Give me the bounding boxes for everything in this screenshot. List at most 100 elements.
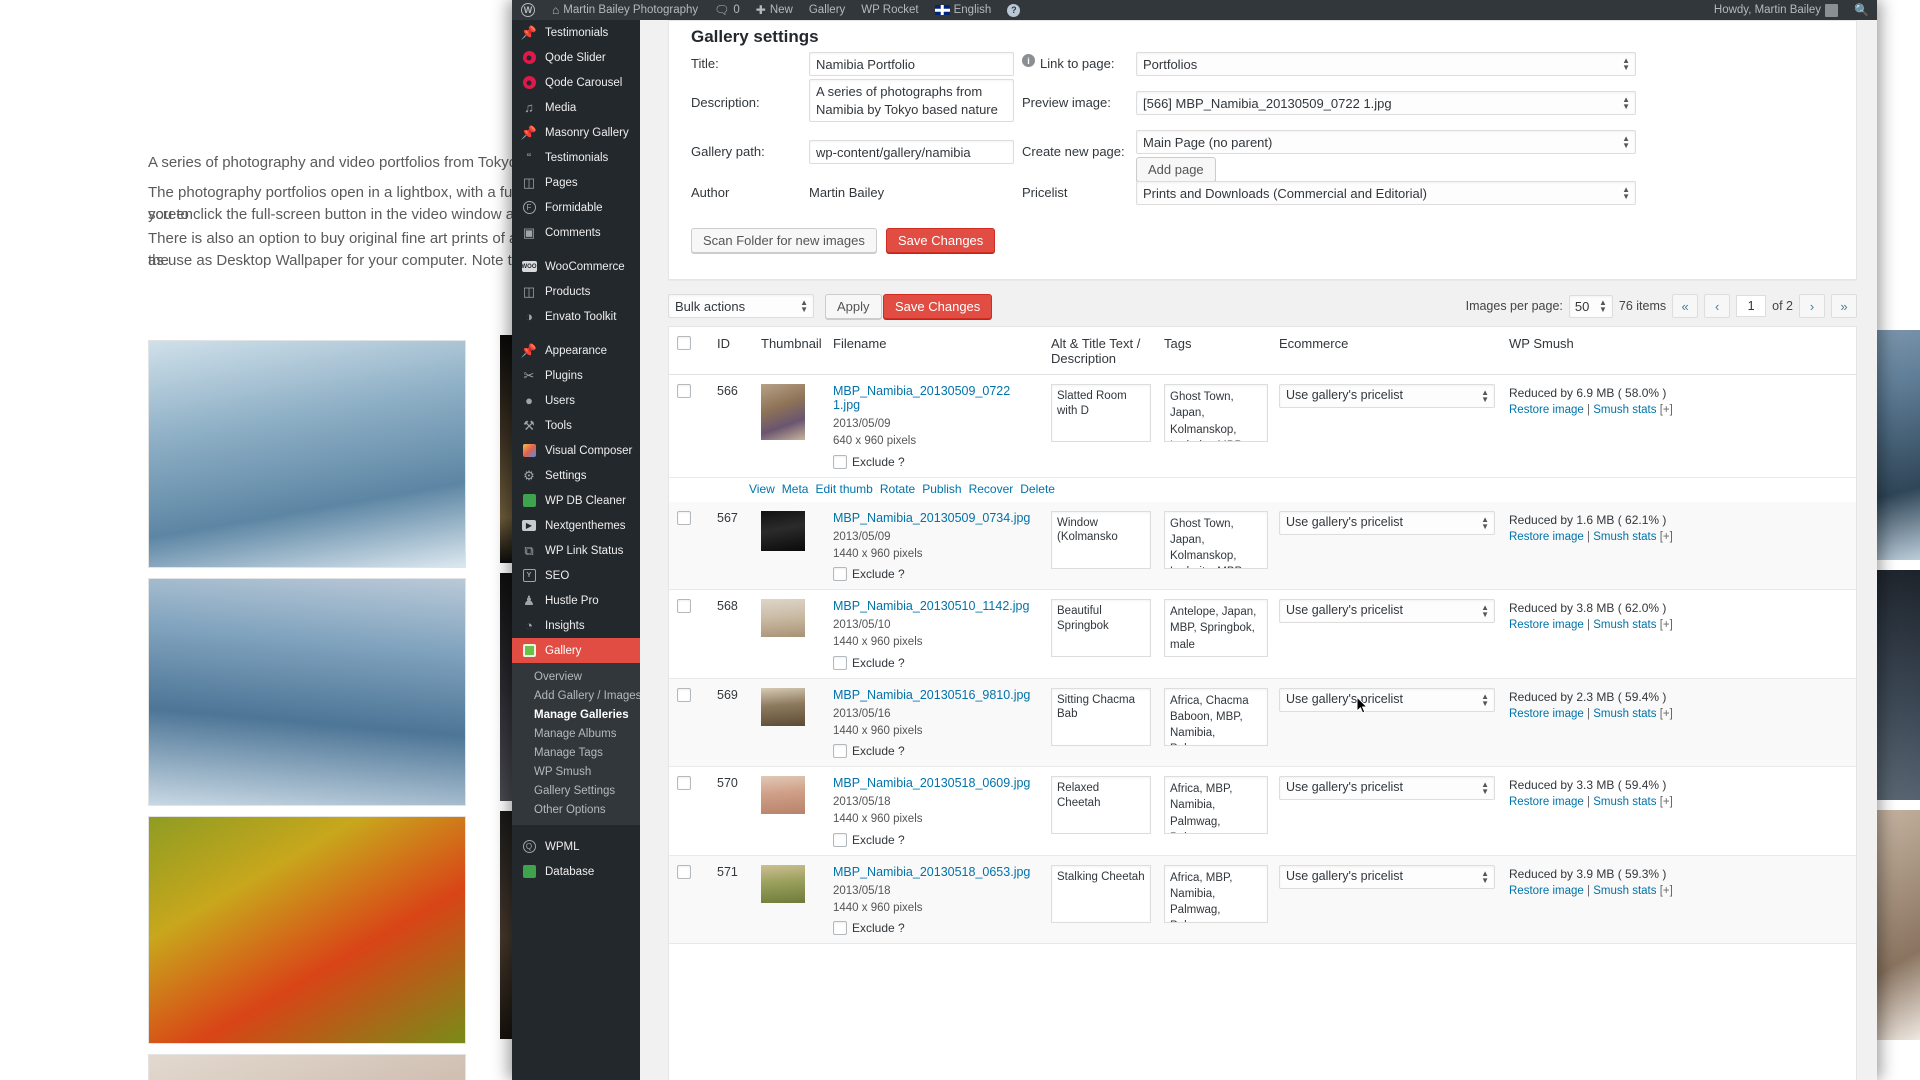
smush-stats-link[interactable]: Smush stats [1593,404,1656,416]
smush-stats-toggle[interactable]: [+] [1660,796,1673,808]
sidebar-item-wp-db-cleaner[interactable]: WP DB Cleaner [512,488,640,513]
row-thumbnail[interactable] [753,679,825,767]
row-checkbox[interactable] [669,590,709,678]
row-thumbnail[interactable] [753,856,825,944]
sidebar-item-testimonials[interactable]: 📌 Testimonials [512,20,640,45]
add-page-button[interactable]: Add page [1136,157,1216,182]
prev-page-button[interactable]: ‹ [1704,294,1731,318]
smush-stats-link[interactable]: Smush stats [1593,708,1656,720]
sidebar-item-visual-composer[interactable]: Visual Composer [512,438,640,463]
admin-bar-new[interactable]: ✚ New [748,0,801,20]
exclude-row[interactable]: Exclude ? [833,567,1035,581]
sidebar-item-plugins[interactable]: ✂ Plugins [512,363,640,388]
apply-button[interactable]: Apply [825,294,882,319]
exclude-row[interactable]: Exclude ? [833,921,1035,935]
tags-textarea[interactable]: Ghost Town, Japan, Kolmanskop, Luderitz,… [1164,510,1268,569]
row-thumbnail[interactable] [753,502,825,590]
ecommerce-pricelist-select[interactable]: Use gallery's pricelist ▲ ▼ [1279,510,1495,535]
tags-textarea[interactable]: Africa, MBP, Namibia, Palmwag, Palmwag C… [1164,864,1268,923]
ecommerce-pricelist-select[interactable]: Use gallery's pricelist ▲ ▼ [1279,864,1495,889]
admin-bar-site-name[interactable]: ⌂ Martin Bailey Photography [544,0,706,20]
admin-bar-comments[interactable]: 🗨 0 [706,0,748,20]
restore-image-link[interactable]: Restore image [1509,531,1584,543]
row-action-view[interactable]: View [749,482,775,496]
sidebar-item-gallery[interactable]: Gallery [512,638,640,663]
admin-sidebar-menu[interactable]: 📌 Testimonials Qode Slider Qode Carousel ♫ Me… [512,20,640,1080]
preview-image-select[interactable]: [566] MBP_Namibia_20130509_0722 1.jpg ▲ ▼ [1136,91,1636,115]
filename-link[interactable]: MBP_Namibia_20130509_0734.jpg [833,511,1035,525]
submenu-item-manage-albums[interactable]: Manage Albums [512,724,640,743]
sidebar-item-nextgenthemes[interactable]: ▶ Nextgenthemes [512,513,640,538]
next-page-button[interactable]: › [1799,294,1825,318]
alt-title-textarea[interactable]: Beautiful Springbok [1051,599,1151,657]
table-row[interactable]: 568 MBP_Namibia_20130510_1142.jpg 2013/05/… [669,590,1856,679]
tags-textarea[interactable]: Ghost Town, Japan, Kolmanskop, Luderitz,… [1164,384,1268,442]
sidebar-item-woocommerce[interactable]: WOO WooCommerce [512,254,640,279]
filename-link[interactable]: MBP_Namibia_20130518_0653.jpg [833,865,1035,879]
ecommerce-pricelist-select[interactable]: Use gallery's pricelist ▲ ▼ [1279,687,1495,712]
sidebar-item-wp-link-status[interactable]: ⧉ WP Link Status [512,538,640,563]
exclude-checkbox[interactable] [833,454,847,469]
restore-image-link[interactable]: Restore image [1509,708,1584,720]
tags-textarea[interactable]: Antelope, Japan, MBP, Springbok, male [1164,599,1268,657]
row-checkbox[interactable] [669,767,709,855]
first-page-button[interactable]: « [1672,294,1699,318]
scan-folder-button[interactable]: Scan Folder for new images [691,228,877,253]
row-thumbnail[interactable] [753,375,825,477]
exclude-checkbox[interactable] [833,567,847,581]
row-action-edit-thumb[interactable]: Edit thumb [815,482,872,496]
exclude-checkbox[interactable] [833,655,847,670]
smush-stats-link[interactable]: Smush stats [1593,796,1656,808]
sidebar-item-insights[interactable]: ◔ Insights [512,613,640,638]
smush-stats-toggle[interactable]: [+] [1660,619,1673,631]
admin-bar-search[interactable]: 🔍 [1846,0,1877,20]
sidebar-item-wpml[interactable]: Q WPML [512,834,640,859]
sidebar-item-database[interactable]: Database [512,859,640,884]
row-action-recover[interactable]: Recover [969,482,1014,496]
gallery-path-input[interactable] [809,140,1014,164]
exclude-checkbox[interactable] [833,744,847,758]
sidebar-item-users[interactable]: ● Users [512,388,640,413]
sidebar-item-products[interactable]: ◫ Products [512,279,640,304]
sidebar-item-seo[interactable]: Y SEO [512,563,640,588]
table-save-changes-button[interactable]: Save Changes [883,294,993,319]
current-page-input[interactable]: 1 [1736,295,1767,317]
exclude-row[interactable]: Exclude ? [833,454,1035,469]
admin-bar-wp-rocket[interactable]: WP Rocket [853,0,926,20]
table-row[interactable]: 567 MBP_Namibia_20130509_0734.jpg 2013/05/… [669,501,1856,590]
ecommerce-pricelist-select[interactable]: Use gallery's pricelist ▲ ▼ [1279,384,1495,408]
alt-title-textarea[interactable]: Relaxed Cheetah [1051,776,1151,834]
smush-stats-toggle[interactable]: [+] [1660,404,1673,416]
submenu-item-manage-tags[interactable]: Manage Tags [512,743,640,762]
smush-stats-toggle[interactable]: [+] [1660,531,1673,543]
submenu-item-gallery-settings[interactable]: Gallery Settings [512,781,640,800]
ecommerce-pricelist-select[interactable]: Use gallery's pricelist ▲ ▼ [1279,776,1495,800]
submenu-item-add-gallery-images[interactable]: Add Gallery / Images [512,686,640,705]
smush-stats-link[interactable]: Smush stats [1593,531,1656,543]
table-row[interactable]: 569 MBP_Namibia_20130516_9810.jpg 2013/05/… [669,678,1856,767]
alt-title-textarea[interactable]: Slatted Room with D [1051,384,1151,442]
sidebar-item-qode-slider[interactable]: Qode Slider [512,45,640,70]
admin-bar-help[interactable]: ? [999,0,1028,20]
submenu-item-other-options[interactable]: Other Options [512,800,640,819]
ecommerce-pricelist-select[interactable]: Use gallery's pricelist ▲ ▼ [1279,599,1495,623]
smush-stats-link[interactable]: Smush stats [1593,885,1656,897]
sidebar-item-hustle-pro[interactable]: ♟ Hustle Pro [512,588,640,613]
table-row[interactable]: 570 MBP_Namibia_20130518_0609.jpg 2013/05/… [669,767,1856,856]
sidebar-item-masonry-gallery[interactable]: 📌 Masonry Gallery [512,120,640,145]
smush-stats-toggle[interactable]: [+] [1660,708,1673,720]
admin-bar-howdy[interactable]: Howdy, Martin Bailey [1706,0,1846,20]
smush-stats-toggle[interactable]: [+] [1660,885,1673,897]
exclude-row[interactable]: Exclude ? [833,832,1035,847]
tags-textarea[interactable]: Africa, MBP, Namibia, Palmwag, Palmwag C… [1164,776,1268,834]
row-thumbnail[interactable] [753,767,825,855]
exclude-checkbox[interactable] [833,921,847,935]
submenu-item-wp-smush[interactable]: WP Smush [512,762,640,781]
row-checkbox[interactable] [669,679,709,767]
alt-title-textarea[interactable]: Window (Kolmansko [1051,510,1151,569]
restore-image-link[interactable]: Restore image [1509,796,1584,808]
sidebar-item-comments[interactable]: ▣ Comments [512,220,640,245]
admin-bar-language[interactable]: English [927,0,1000,20]
smush-stats-link[interactable]: Smush stats [1593,619,1656,631]
bulk-actions-select[interactable]: Bulk actions ▲ ▼ [668,294,814,318]
